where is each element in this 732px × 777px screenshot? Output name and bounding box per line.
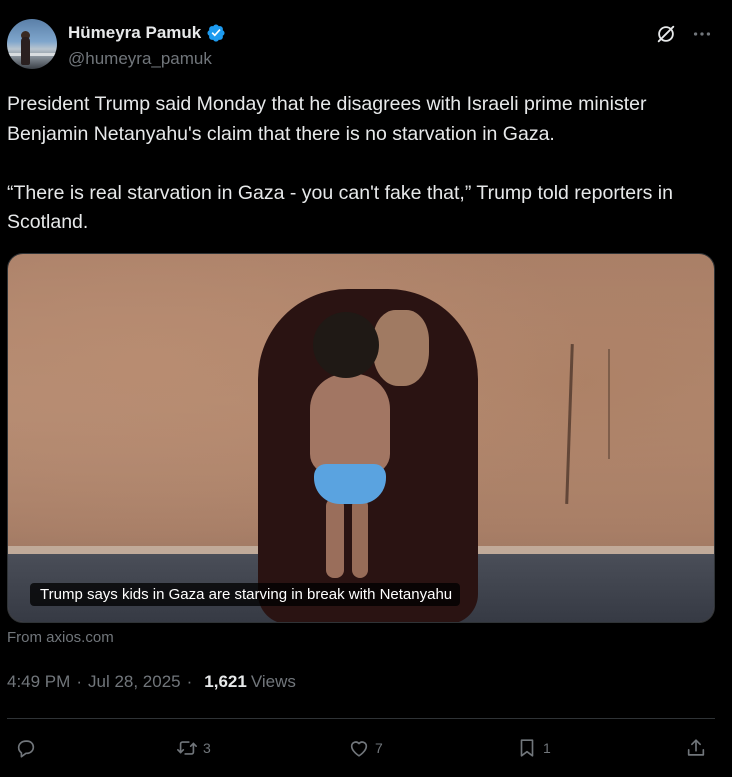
tweet-date[interactable]: Jul 28, 2025	[88, 672, 181, 692]
link-card-title[interactable]: Trump says kids in Gaza are starving in …	[30, 583, 461, 606]
author-name-row: Hümeyra Pamuk	[68, 23, 226, 43]
bookmark-icon	[520, 739, 534, 757]
reply-button[interactable]	[15, 730, 42, 766]
grok-icon[interactable]	[655, 23, 677, 45]
retweet-count: 3	[203, 740, 211, 756]
divider	[7, 718, 715, 719]
reply-icon	[17, 740, 35, 758]
like-button[interactable]: 7	[348, 730, 383, 766]
avatar[interactable]	[7, 19, 57, 69]
tweet-time[interactable]: 4:49 PM	[7, 672, 70, 692]
bookmark-count: 1	[543, 740, 551, 756]
tweet-meta: 4:49 PM · Jul 28, 2025 · 1,621 Views	[7, 672, 296, 692]
verified-badge-icon	[207, 24, 225, 42]
retweet-icon	[177, 741, 197, 755]
author-name[interactable]: Hümeyra Pamuk	[68, 23, 201, 43]
bookmark-button[interactable]: 1	[516, 730, 551, 766]
tweet-header: Hümeyra Pamuk @humeyra_pamuk	[7, 19, 717, 73]
author-handle[interactable]: @humeyra_pamuk	[68, 49, 212, 69]
photo-child	[310, 374, 390, 474]
more-icon[interactable]	[691, 23, 713, 45]
share-icon	[687, 739, 705, 756]
views-count: 1,621	[204, 672, 247, 691]
link-source[interactable]: From axios.com	[7, 629, 114, 646]
tweet-text: President Trump said Monday that he disa…	[7, 93, 673, 233]
views-label: Views	[250, 672, 296, 691]
retweet-button[interactable]: 3	[176, 730, 211, 766]
like-count: 7	[375, 740, 383, 756]
like-icon	[350, 741, 368, 757]
action-bar: 3 7 1	[0, 730, 732, 766]
share-button[interactable]	[685, 730, 707, 766]
link-card-image[interactable]: Trump says kids in Gaza are starving in …	[7, 253, 715, 623]
top-actions	[655, 23, 713, 45]
